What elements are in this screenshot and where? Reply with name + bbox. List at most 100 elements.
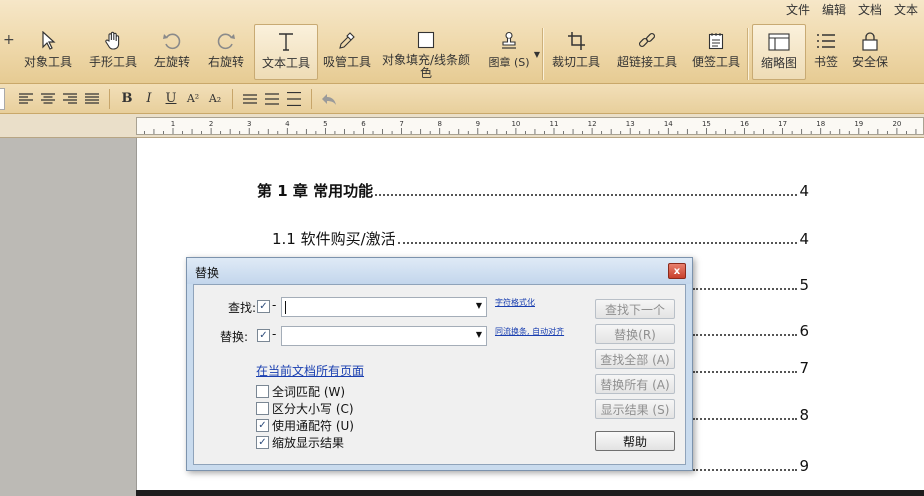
font-size-field[interactable] [0, 87, 5, 110]
scope-link[interactable]: 在当前文档所有页面 [256, 362, 364, 379]
tool-label: 手形工具 [88, 55, 137, 69]
tool-label: 对象填充/线条颜色 [381, 53, 471, 80]
dialog-titlebar[interactable]: 替换 x [187, 258, 692, 284]
menu-text[interactable]: 文本 [888, 0, 924, 20]
tool-label: 右旋转 [207, 55, 244, 69]
whole-word-option[interactable]: 全词匹配 (W) [256, 383, 345, 400]
tool-group: 对象工具 手形工具 左旋转 右旋转 文本工具 吸管工具 对象填充/线条颜色 图章… [16, 24, 894, 84]
toc-leader [693, 334, 798, 336]
eyedropper-icon [336, 30, 358, 52]
thumbnail-button[interactable]: 缩略图 [752, 24, 806, 80]
stamp-tool-button[interactable]: 图章 (S) ▼ [476, 24, 542, 80]
toc-entry[interactable]: 5 [691, 276, 809, 294]
tool-label: 安全保 [851, 55, 888, 69]
toc-entry-title: 1.1 软件购买/激活 [272, 230, 396, 248]
line-spacing-1-icon[interactable] [239, 88, 261, 110]
add-icon[interactable]: + [3, 32, 15, 48]
text-tool-button[interactable]: 文本工具 [254, 24, 318, 80]
fill-color-button[interactable]: 对象填充/线条颜色 [376, 24, 476, 80]
security-button[interactable]: 安全保 [846, 24, 894, 80]
toc-page-number: 7 [799, 359, 809, 377]
undo-icon[interactable] [318, 88, 340, 110]
italic-button[interactable]: I [138, 88, 160, 110]
dash-separator: - [272, 298, 277, 312]
find-next-button[interactable]: 查找下一个 [595, 299, 675, 319]
match-case-checkbox[interactable] [256, 402, 269, 415]
align-left-icon[interactable] [15, 88, 37, 110]
ruler-label: 9 [476, 120, 480, 128]
show-results-button[interactable]: 显示结果 (S) [595, 399, 675, 419]
toc-entry[interactable]: 1.1 软件购买/激活 4 [272, 228, 809, 249]
toolbar-separator [311, 88, 312, 109]
line-spacing-3-icon[interactable] [283, 88, 305, 110]
line-spacing-2-icon[interactable] [261, 88, 283, 110]
menu-document[interactable]: 文档 [852, 0, 888, 20]
crop-tool-button[interactable]: 裁切工具 [543, 24, 609, 80]
bold-button[interactable]: B [116, 88, 138, 110]
ruler-label: 19 [854, 120, 863, 128]
rotate-left-icon [161, 30, 183, 52]
page-edge [136, 490, 924, 496]
toc-entry[interactable]: 第 1 章 常用功能 4 [257, 180, 809, 201]
match-case-option[interactable]: 区分大小写 (C) [256, 400, 354, 417]
zoom-results-option[interactable]: ✓ 缩放显示结果 [256, 434, 344, 451]
toc-entry[interactable]: 8 [691, 406, 809, 424]
rotate-left-button[interactable]: 左旋转 [146, 24, 198, 80]
toolbar-separator [232, 88, 233, 109]
help-button[interactable]: 帮助 [595, 431, 675, 451]
replace-label: 替换: [220, 330, 249, 344]
find-format-link[interactable]: 字符格式化 [495, 297, 535, 308]
ruler-label: 7 [399, 120, 403, 128]
chevron-down-icon[interactable]: ▼ [476, 330, 482, 339]
align-justify-icon[interactable] [81, 88, 103, 110]
chevron-down-icon[interactable]: ▼ [476, 301, 482, 310]
underline-button[interactable]: U [160, 88, 182, 110]
ruler-label: 1 [171, 120, 175, 128]
object-tool-button[interactable]: 对象工具 [16, 24, 80, 80]
find-all-button[interactable]: 查找全部 (A) [595, 349, 675, 369]
wildcard-option[interactable]: ✓ 使用通配符 (U) [256, 417, 354, 434]
align-center-icon[interactable] [37, 88, 59, 110]
whole-word-checkbox[interactable] [256, 385, 269, 398]
zoom-results-checkbox[interactable]: ✓ [256, 436, 269, 449]
ruler-label: 2 [209, 120, 213, 128]
find-input[interactable]: ▼ [281, 297, 487, 317]
bookmark-button[interactable]: 书签 [806, 24, 846, 80]
rotate-right-button[interactable]: 右旋转 [198, 24, 254, 80]
eyedropper-tool-button[interactable]: 吸管工具 [318, 24, 376, 80]
ruler-label: 15 [702, 120, 711, 128]
note-tool-button[interactable]: 便签工具 [685, 24, 747, 80]
toc-leader [693, 469, 798, 471]
toc-entry[interactable]: 9 [691, 457, 809, 475]
menu-edit[interactable]: 编辑 [816, 0, 852, 20]
hand-tool-button[interactable]: 手形工具 [80, 24, 146, 80]
wildcard-checkbox[interactable]: ✓ [256, 419, 269, 432]
hand-icon [102, 30, 124, 52]
chevron-down-icon[interactable]: ▼ [534, 50, 540, 59]
find-format-checkbox[interactable]: ✓ [257, 300, 270, 313]
security-icon [859, 30, 881, 52]
link-tool-button[interactable]: 超链接工具 [609, 24, 685, 80]
menu-file[interactable]: 文件 [780, 0, 816, 20]
close-button[interactable]: x [668, 263, 686, 279]
find-label: 查找: [228, 301, 257, 315]
fill-color-icon [415, 30, 437, 50]
replace-format-checkbox[interactable]: ✓ [257, 329, 270, 342]
toc-leader [375, 194, 798, 196]
dialog-body: 查找: ✓ - ▼ 字符格式化 替换: ✓ - ▼ 同流换条, 自动对齐 在当前… [193, 284, 686, 465]
option-label: 区分大小写 (C) [272, 402, 354, 416]
dialog-title: 替换 [195, 266, 220, 280]
replace-button[interactable]: 替换(R) [595, 324, 675, 344]
superscript-button[interactable]: A² [182, 88, 204, 110]
subscript-button[interactable]: A₂ [204, 88, 226, 110]
toc-page-number: 8 [799, 406, 809, 424]
ruler-label: 17 [778, 120, 787, 128]
replace-input[interactable]: ▼ [281, 326, 487, 346]
replace-format-link[interactable]: 同流换条, 自动对齐 [495, 326, 564, 337]
align-right-icon[interactable] [59, 88, 81, 110]
toc-leader [693, 371, 798, 373]
toc-entry[interactable]: 6 [691, 322, 809, 340]
toc-entry[interactable]: 7 [691, 359, 809, 377]
replace-all-button[interactable]: 替换所有 (A) [595, 374, 675, 394]
tool-label: 对象工具 [23, 55, 72, 69]
